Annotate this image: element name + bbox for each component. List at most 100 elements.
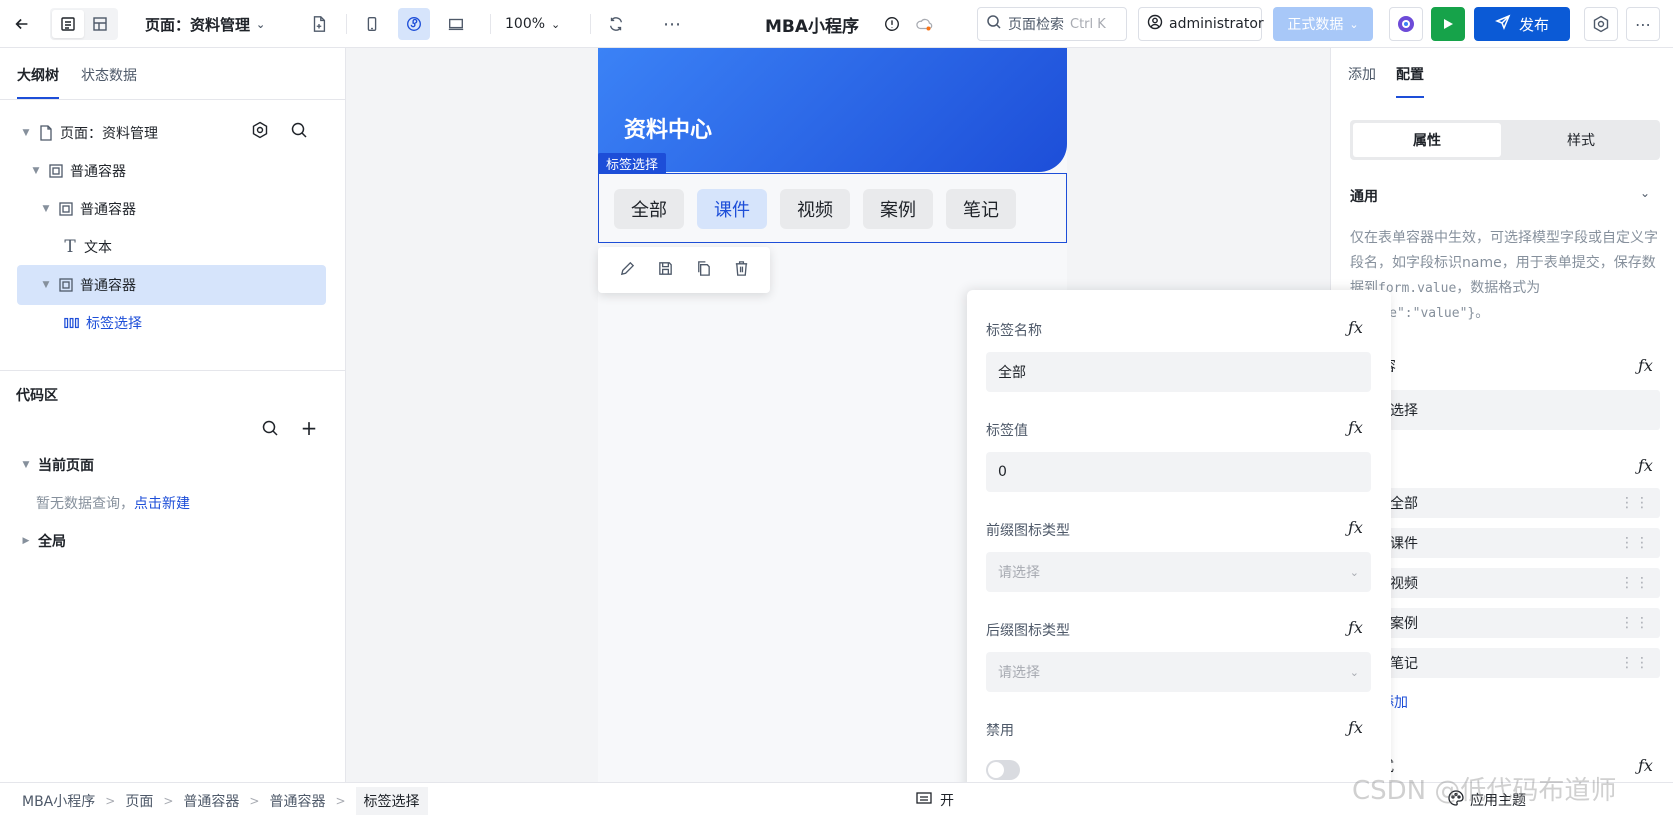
section-general[interactable]: 通用	[1350, 186, 1378, 206]
delete-icon[interactable]	[733, 260, 750, 281]
fx-icon[interactable]: ƒx	[1348, 418, 1363, 437]
page-settings-icon[interactable]	[244, 114, 276, 146]
option-row[interactable]: 视频 ⋮⋮	[1380, 568, 1660, 598]
chip-notes[interactable]: 笔记	[946, 189, 1016, 229]
tree-item-container[interactable]: ▼ 普通容器	[40, 190, 136, 228]
fx-icon[interactable]: ƒx	[1638, 356, 1653, 375]
fx-icon[interactable]: ƒx	[1348, 718, 1363, 737]
edit-icon[interactable]	[619, 260, 636, 281]
drag-handle-icon[interactable]: ⋮⋮	[1620, 655, 1650, 671]
run-icon[interactable]	[1431, 7, 1465, 41]
option-row[interactable]: 全部 ⋮⋮	[1380, 488, 1660, 518]
back-icon[interactable]	[6, 8, 38, 40]
save-icon[interactable]	[657, 260, 674, 281]
chevron-down-icon[interactable]: ⌄	[1640, 186, 1650, 200]
option-row[interactable]: 课件 ⋮⋮	[1380, 528, 1660, 558]
more-icon[interactable]: ⋯	[656, 8, 688, 40]
tab-name-input[interactable]: 全部	[986, 352, 1371, 392]
breadcrumb-item[interactable]: MBA小程序	[22, 791, 95, 811]
option-label: 笔记	[1390, 656, 1418, 672]
zoom-select[interactable]: 100% ⌄	[505, 8, 560, 40]
tree-item-container[interactable]: ▼ 普通容器	[30, 152, 126, 190]
tab-config[interactable]: 配置	[1396, 64, 1424, 98]
current-page-label: 当前页面	[38, 458, 94, 474]
more-icon[interactable]: ⋯	[1626, 7, 1660, 41]
tree-item-text[interactable]: T 文本	[62, 228, 112, 266]
breadcrumb-item[interactable]: 普通容器	[183, 791, 239, 811]
tab-value-input[interactable]: 0	[986, 452, 1371, 492]
publish-button[interactable]: 发布	[1474, 7, 1570, 41]
user-menu[interactable]: administrator	[1138, 7, 1264, 41]
create-query-link[interactable]: 点击新建	[134, 493, 190, 513]
suffix-icon-select[interactable]: 请选择 ⌄	[986, 652, 1371, 692]
drag-handle-icon[interactable]: ⋮⋮	[1620, 575, 1650, 591]
chevron-down-icon: ⌄	[256, 17, 266, 31]
page-selector[interactable]: 页面：资料管理 ⌄	[145, 0, 265, 48]
breadcrumb-item[interactable]: 普通容器	[269, 791, 325, 811]
fx-icon[interactable]: ƒx	[1348, 618, 1363, 637]
search-icon[interactable]	[283, 114, 315, 146]
option-label: 全部	[1390, 496, 1418, 512]
fx-icon[interactable]: ƒx	[1638, 756, 1653, 775]
tree-item-tab-select[interactable]: 标签选择	[64, 304, 142, 342]
data-mode-select[interactable]: 正式数据 ⌄	[1273, 7, 1373, 41]
tab-outline[interactable]: 大纲树	[17, 65, 59, 99]
breadcrumb-item[interactable]: 页面	[125, 791, 153, 811]
option-row[interactable]: 案例 ⋮⋮	[1380, 608, 1660, 638]
search-icon[interactable]	[254, 412, 286, 444]
keyboard-icon	[916, 791, 932, 809]
mobile-icon[interactable]	[356, 8, 388, 40]
search-shortcut: Ctrl K	[1070, 16, 1106, 32]
tree-item-global[interactable]: ▶ 全局	[20, 522, 66, 560]
layout-toggle[interactable]: 开	[916, 790, 954, 810]
user-icon	[1147, 14, 1163, 34]
content-value-field[interactable]: 选择	[1380, 390, 1660, 430]
copy-icon[interactable]	[695, 260, 712, 281]
desktop-icon[interactable]	[440, 8, 472, 40]
disabled-toggle[interactable]	[986, 760, 1020, 780]
toggle-label: 开	[940, 793, 954, 809]
tab-state-data[interactable]: 状态数据	[81, 65, 137, 99]
chip-all[interactable]: 全部	[614, 189, 684, 229]
settings-icon[interactable]	[1584, 7, 1618, 41]
ai-assistant-icon[interactable]	[1389, 7, 1423, 41]
divider	[590, 14, 591, 34]
option-row[interactable]: 笔记 ⋮⋮	[1380, 648, 1660, 678]
fx-icon[interactable]: ƒx	[1638, 456, 1653, 475]
layout-view-icon[interactable]	[84, 10, 116, 38]
breadcrumb-current[interactable]: 标签选择	[355, 787, 428, 815]
search-icon	[986, 14, 1002, 34]
add-page-icon[interactable]	[303, 8, 335, 40]
cloud-icon[interactable]	[908, 8, 940, 40]
page-icon	[38, 125, 54, 141]
code-area-title: 代码区	[16, 388, 58, 404]
outline-view-icon[interactable]	[52, 10, 84, 38]
info-icon[interactable]	[876, 8, 908, 40]
caret-down-icon: ▼	[22, 460, 30, 470]
chip-video[interactable]: 视频	[780, 189, 850, 229]
drag-handle-icon[interactable]: ⋮⋮	[1620, 495, 1650, 511]
divider	[490, 14, 491, 34]
drag-handle-icon[interactable]: ⋮⋮	[1620, 535, 1650, 551]
tab-value-value: 0	[998, 464, 1007, 480]
help-text: ，数据格式为	[1456, 280, 1541, 296]
tab-styles[interactable]: 样式	[1505, 123, 1657, 157]
data-mode-label: 正式数据	[1287, 17, 1344, 33]
chip-case[interactable]: 案例	[863, 189, 933, 229]
miniprogram-icon[interactable]	[398, 8, 430, 40]
fx-icon[interactable]: ƒx	[1348, 518, 1363, 537]
refresh-icon[interactable]	[600, 8, 632, 40]
chip-courseware[interactable]: 课件	[697, 189, 767, 229]
page-search-input[interactable]: 页面检索 Ctrl K	[977, 7, 1127, 41]
tab-add[interactable]: 添加	[1348, 64, 1376, 98]
tree-item-container[interactable]: ▼ 普通容器	[40, 266, 136, 304]
caret-down-icon: ▼	[42, 280, 50, 290]
add-icon[interactable]: +	[293, 412, 325, 444]
drag-handle-icon[interactable]: ⋮⋮	[1620, 615, 1650, 631]
prefix-icon-select[interactable]: 请选择 ⌄	[986, 552, 1371, 592]
tree-item-page[interactable]: ▼ 页面：资料管理	[20, 114, 158, 152]
tree-item-current-page[interactable]: ▼ 当前页面	[20, 446, 94, 484]
fx-icon[interactable]: ƒx	[1348, 318, 1363, 337]
view-switch	[50, 8, 118, 40]
tab-properties[interactable]: 属性	[1353, 123, 1501, 157]
